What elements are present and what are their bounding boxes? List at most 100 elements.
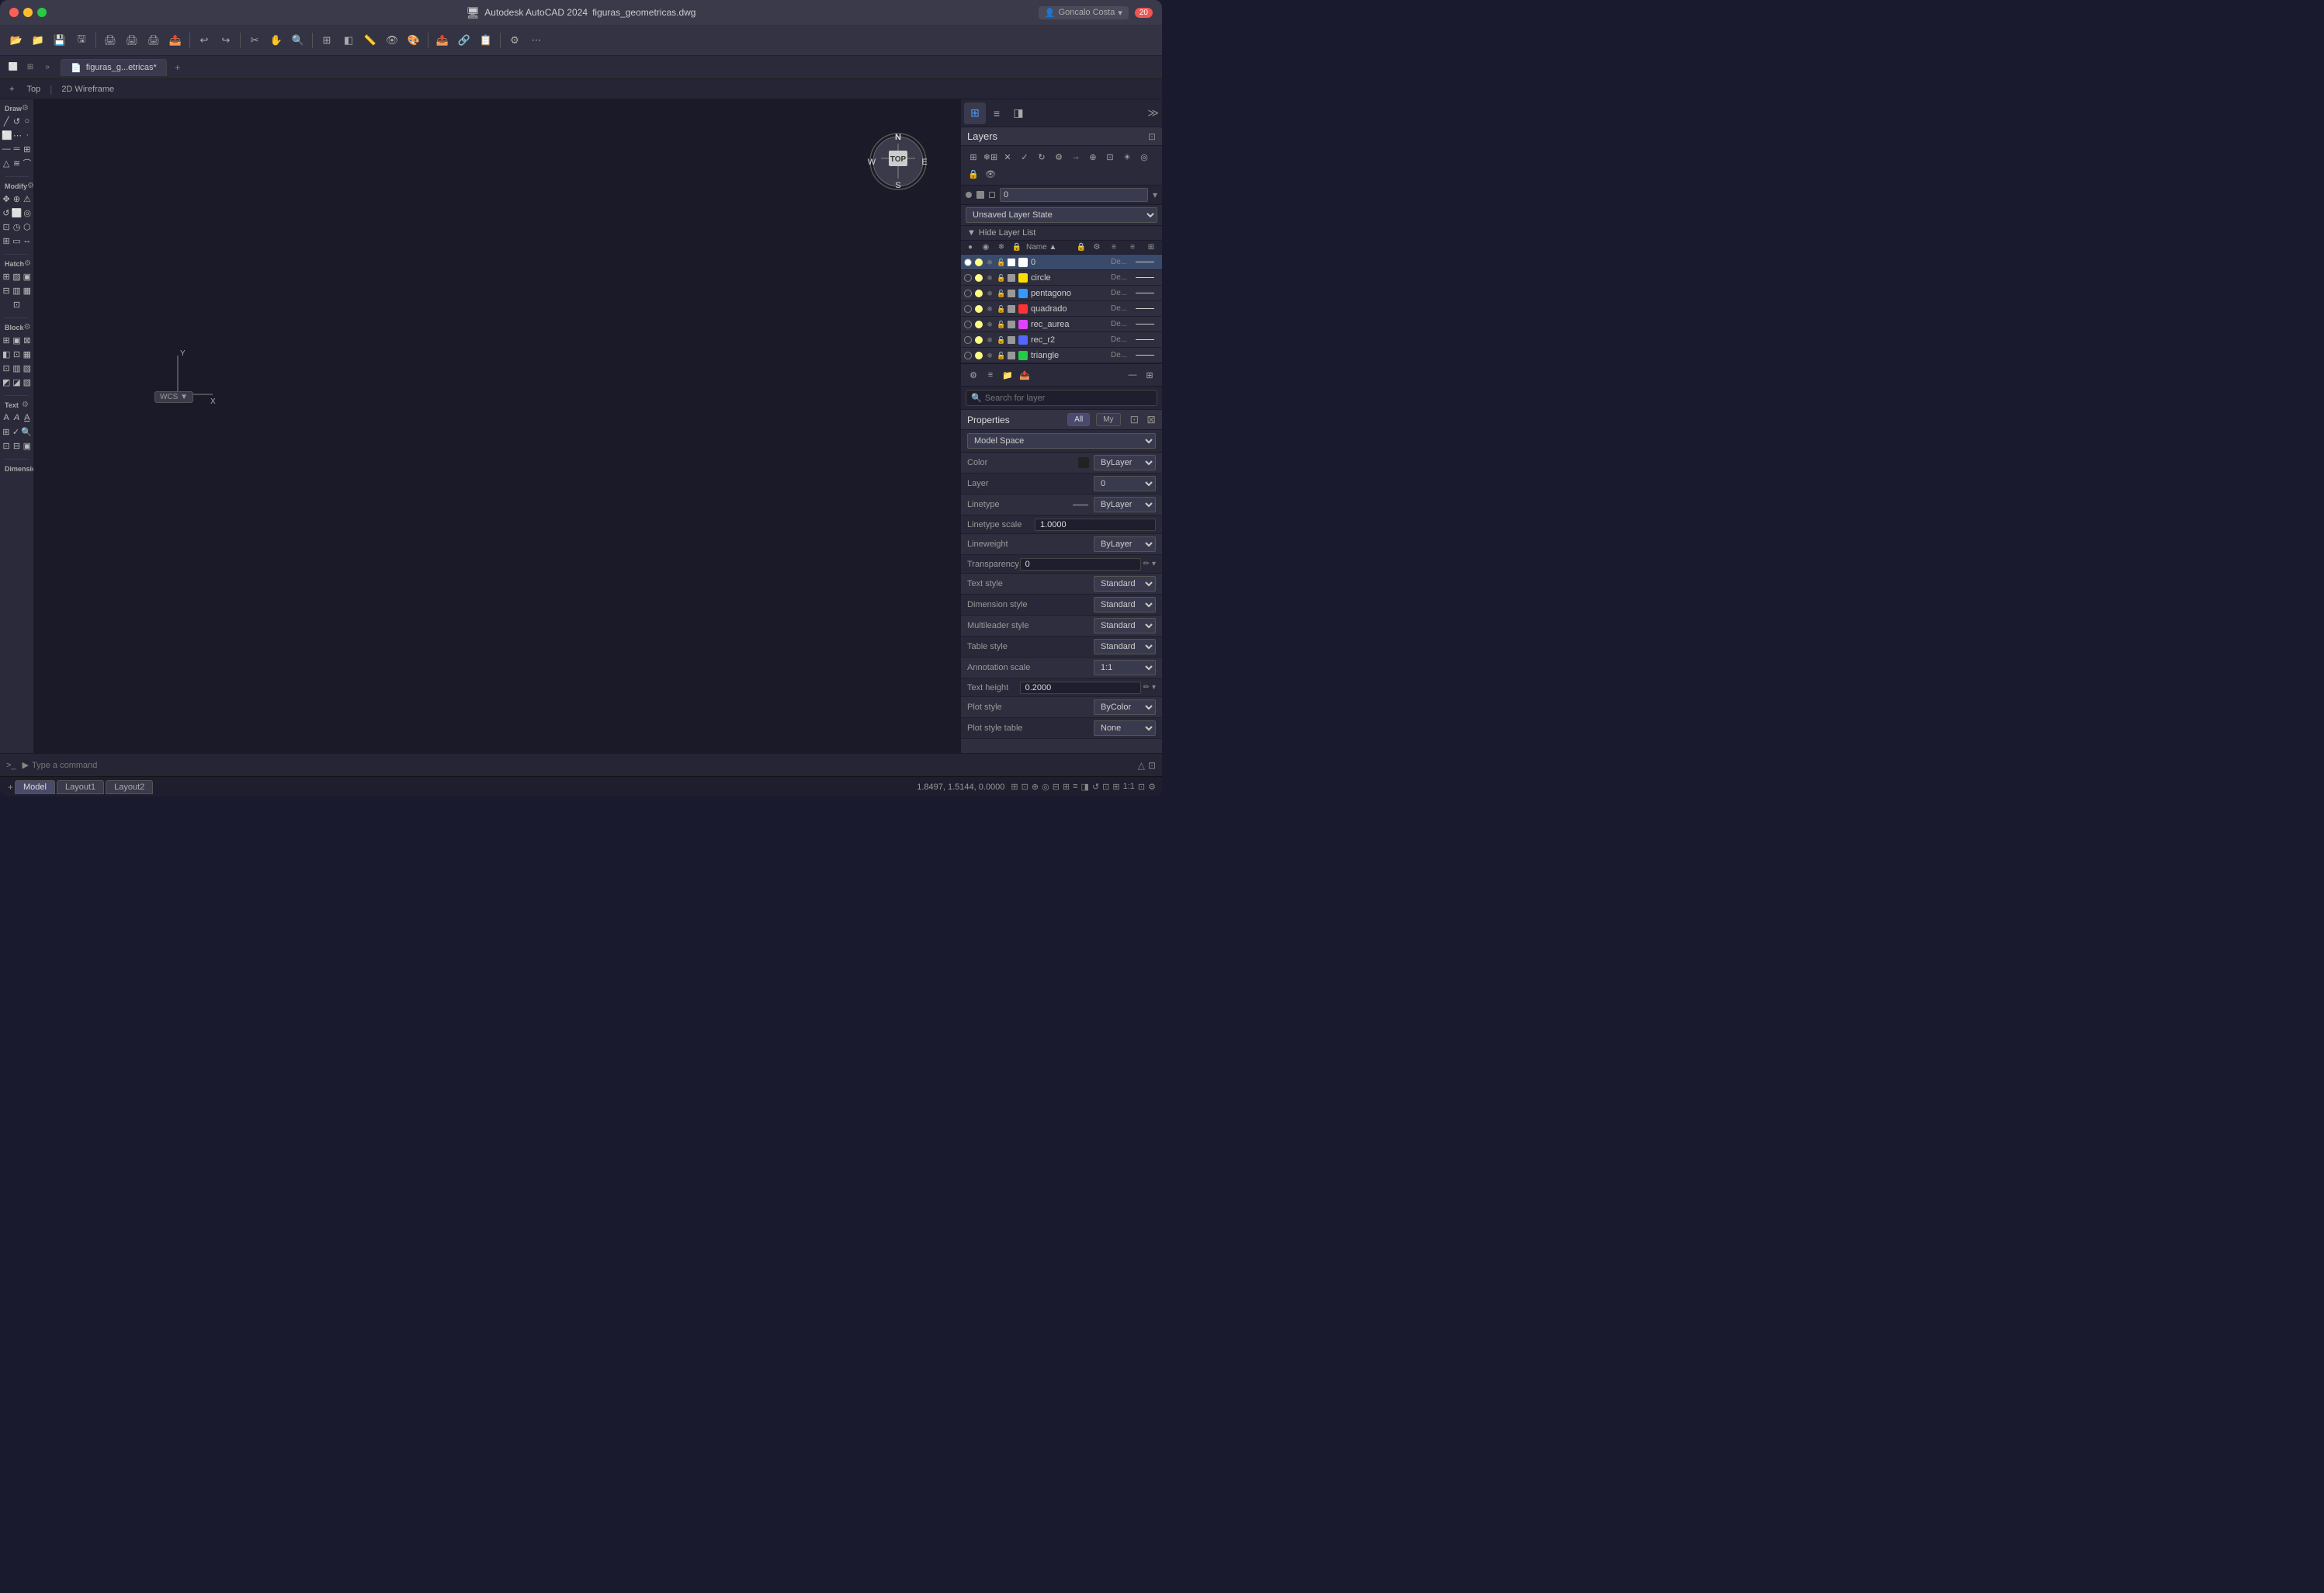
apps-button[interactable]: ⚙: [505, 30, 525, 50]
block-tool-10[interactable]: ◩: [2, 375, 11, 389]
block-tool-5[interactable]: ⊡: [12, 347, 21, 361]
polyline-tool[interactable]: ⋯: [13, 128, 23, 142]
collaborate-button[interactable]: 🔗: [454, 30, 474, 50]
layout-tab-1[interactable]: Layout1: [57, 780, 104, 794]
ortho-icon[interactable]: ⊕: [1032, 782, 1039, 792]
layer-row[interactable]: ❄ 🔓 triangle De...: [961, 348, 1162, 363]
stretch-tool[interactable]: ◎: [23, 206, 32, 220]
block-settings-icon[interactable]: ⚙: [24, 323, 31, 331]
clip-button[interactable]: ✂: [245, 30, 265, 50]
prop-select[interactable]: None: [1094, 720, 1156, 736]
prop-context-select[interactable]: Model Space: [967, 433, 1156, 449]
text-tool-2[interactable]: A: [12, 411, 21, 425]
layer-refresh-button[interactable]: ↻: [1034, 149, 1049, 165]
prop-input[interactable]: [1020, 558, 1141, 571]
rect-tool[interactable]: ⬜: [2, 128, 12, 142]
modify-settings-icon[interactable]: ⚙: [27, 182, 34, 190]
layer-dropdown-arrow[interactable]: ▾: [1153, 189, 1157, 200]
block-tool-4[interactable]: ◧: [2, 347, 11, 361]
copy-tool[interactable]: ⊕: [12, 192, 21, 206]
layer-state-select[interactable]: Unsaved Layer State: [966, 207, 1157, 223]
prop-select[interactable]: 1:1: [1094, 660, 1156, 675]
layers-tab-icon[interactable]: ⊞: [964, 102, 986, 124]
export-button[interactable]: 📤: [165, 30, 186, 50]
prop-select[interactable]: Standard: [1094, 597, 1156, 613]
selcycle-icon[interactable]: ↺: [1092, 782, 1099, 792]
viewport-square-icon[interactable]: ⬜: [6, 61, 20, 75]
prop-clear-icon[interactable]: ▾: [1152, 560, 1156, 568]
grid-icon[interactable]: ⊞: [1011, 782, 1018, 792]
osnap-icon[interactable]: ⊟: [1053, 782, 1060, 792]
prop-my-button[interactable]: My: [1096, 413, 1120, 426]
layer-folder-button[interactable]: 📁: [1000, 367, 1015, 383]
layer-row[interactable]: ❄ 🔓 circle De...: [961, 270, 1162, 286]
layer-settings2-button[interactable]: ⚙: [966, 367, 981, 383]
layer-grid-button[interactable]: ⊞: [1142, 367, 1157, 383]
text-tool-5[interactable]: ✓: [12, 425, 21, 439]
file-tab[interactable]: 📄 figuras_g...etricas*: [61, 59, 167, 76]
layer-settings-button[interactable]: ⚙: [1051, 149, 1067, 165]
notification-badge[interactable]: 20: [1135, 8, 1153, 18]
prop-input[interactable]: [1020, 682, 1141, 694]
close-button[interactable]: [9, 8, 19, 17]
print-button[interactable]: 🖨: [100, 30, 120, 50]
command-dock-icon[interactable]: ⊡: [1148, 760, 1156, 771]
open-recent-button[interactable]: 📁: [28, 30, 48, 50]
layer-minimize-button[interactable]: —: [1125, 367, 1140, 383]
layer-row[interactable]: ❄ 🔓 quadrado De...: [961, 301, 1162, 317]
text-tool-9[interactable]: ▣: [23, 439, 32, 453]
properties-button[interactable]: ⊞: [317, 30, 337, 50]
render-button[interactable]: 🎨: [404, 30, 424, 50]
block-tool-1[interactable]: ⊞: [2, 333, 11, 347]
layer-new-freeze-button[interactable]: ❄⊞: [983, 149, 998, 165]
hatch-tool[interactable]: ≋: [12, 156, 21, 170]
layer-merge-button[interactable]: ⊕: [1085, 149, 1101, 165]
viewport-multi-icon[interactable]: ⊞: [23, 61, 37, 75]
hline-tool[interactable]: —: [2, 142, 11, 156]
prop-select[interactable]: ByLayer: [1094, 497, 1156, 512]
prop-input[interactable]: [1035, 519, 1156, 531]
view-button[interactable]: 👁: [382, 30, 402, 50]
layout-add-button[interactable]: +: [8, 782, 13, 793]
zoom-button[interactable]: 🔍: [288, 30, 308, 50]
batch-print-button[interactable]: 🖨: [144, 30, 164, 50]
hide-layer-toggle[interactable]: ▼ Hide Layer List: [961, 226, 1162, 241]
layer-view-button[interactable]: 👁: [983, 166, 998, 182]
text-tool-4[interactable]: ⊞: [2, 425, 11, 439]
layer-row[interactable]: ❄ 🔓 rec_r2 De...: [961, 332, 1162, 348]
properties-tab-icon[interactable]: ≡: [986, 102, 1008, 124]
trim-tool[interactable]: ⊡: [2, 220, 11, 234]
hatch-tool-7[interactable]: ⊡: [10, 297, 24, 311]
layer-copy-button[interactable]: ⊡: [1102, 149, 1118, 165]
text-tool-7[interactable]: ⊡: [2, 439, 11, 453]
text-tool-8[interactable]: ⊟: [12, 439, 21, 453]
layer-current-button[interactable]: ✓: [1017, 149, 1032, 165]
extend-tool[interactable]: ◷: [12, 220, 21, 234]
undo-button[interactable]: ↩: [194, 30, 214, 50]
current-layer-input[interactable]: [1000, 188, 1148, 202]
scale-tool[interactable]: ⬜: [12, 206, 23, 220]
line-tool[interactable]: ╱: [2, 114, 11, 128]
triangle-tool[interactable]: △: [2, 156, 11, 170]
prop-color-select[interactable]: ByLayer: [1094, 455, 1156, 470]
prop-copy-icon[interactable]: ⊡: [1130, 413, 1139, 426]
polar-icon[interactable]: ◎: [1042, 782, 1049, 792]
array-tool[interactable]: ⬡: [23, 220, 32, 234]
prop-expand-icon[interactable]: ⊠: [1146, 413, 1156, 426]
draw-settings-icon[interactable]: ⚙: [22, 104, 29, 113]
spline-tool[interactable]: ⌒: [23, 156, 32, 170]
visualstyles-tab-icon[interactable]: ◨: [1008, 102, 1029, 124]
workspace-icon[interactable]: ⊡: [1138, 782, 1145, 792]
layer-isolate-button[interactable]: ◎: [1136, 149, 1152, 165]
view-projection[interactable]: Top: [23, 83, 43, 95]
block-tool-7[interactable]: ⊡: [2, 361, 11, 375]
block-tool-11[interactable]: ◪: [12, 375, 21, 389]
view-mode[interactable]: 2D Wireframe: [58, 83, 117, 95]
canvas-area[interactable]: N S W E TOP: [34, 99, 960, 753]
point-tool[interactable]: ·: [23, 128, 32, 142]
command-input[interactable]: [32, 761, 1138, 770]
hatch-tool-6[interactable]: ▦: [23, 283, 32, 297]
prop-edit-icon[interactable]: ✏: [1143, 683, 1150, 692]
join-tool[interactable]: ↔: [23, 234, 32, 248]
prop-select[interactable]: Standard: [1094, 639, 1156, 654]
